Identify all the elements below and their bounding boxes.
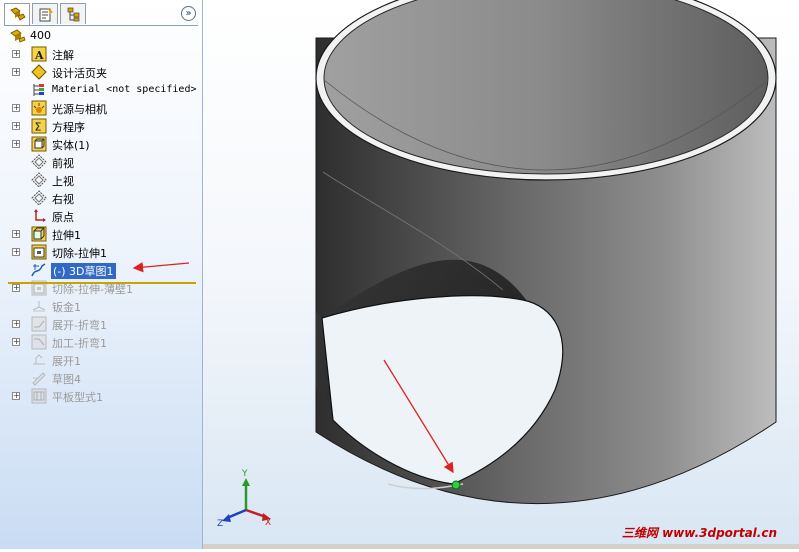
watermark: 三维网 www.3dportal.cn — [622, 524, 777, 541]
viewport-bottom-bar — [203, 544, 799, 549]
tree-annotation-arrow — [132, 261, 190, 273]
watermark-cn: 三维网 — [621, 526, 658, 540]
callout-layer — [132, 261, 190, 273]
watermark-url: www.3dportal.cn — [662, 526, 777, 540]
